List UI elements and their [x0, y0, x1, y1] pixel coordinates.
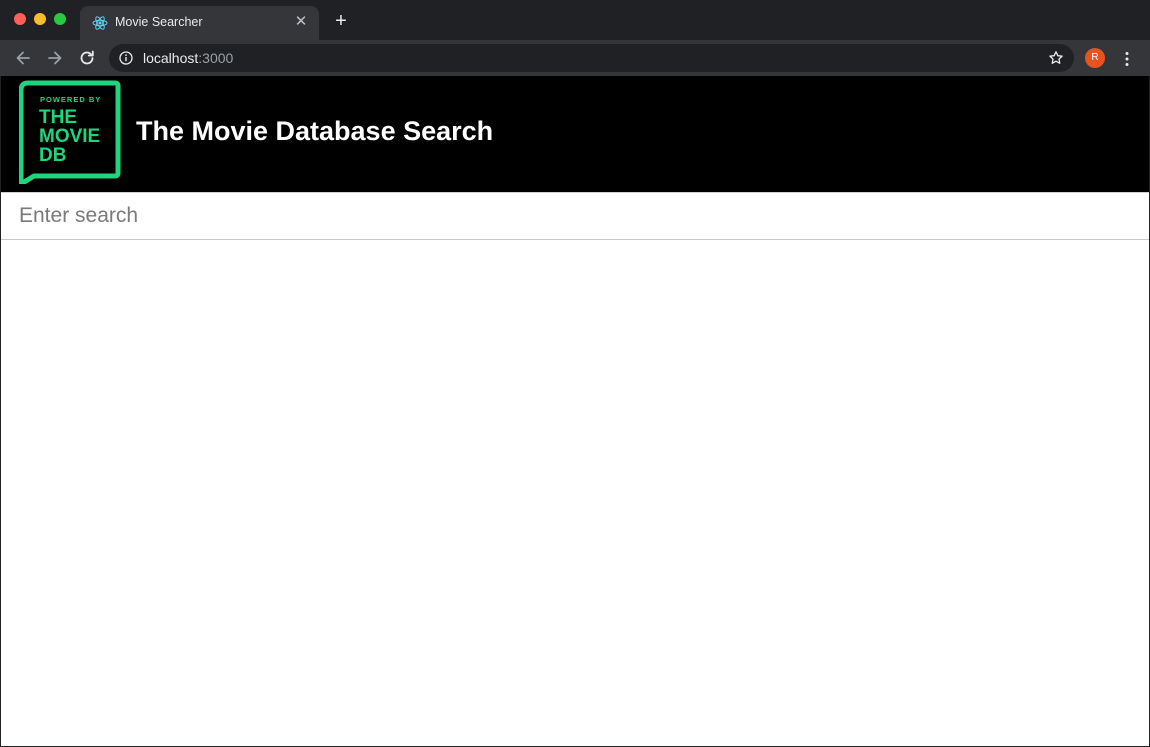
bookmark-star-icon[interactable] — [1048, 50, 1064, 66]
logo-db: DB — [39, 145, 66, 166]
url-port: :3000 — [198, 50, 234, 66]
tmdb-logo: POWERED BY THE MOVIE DB — [19, 80, 121, 184]
tab-title: Movie Searcher — [115, 15, 203, 29]
page-viewport: POWERED BY THE MOVIE DB The Movie Databa… — [0, 76, 1150, 747]
react-icon — [92, 16, 108, 30]
url-text: localhost:3000 — [143, 50, 233, 66]
tab-close-icon[interactable]: ✕ — [292, 13, 310, 31]
page-title: The Movie Database Search — [136, 116, 494, 146]
window-zoom-button[interactable] — [54, 13, 66, 25]
browser-titlebar: Movie Searcher ✕ + — [0, 0, 1150, 40]
logo-movie: MOVIE — [39, 126, 100, 147]
back-arrow-icon[interactable] — [13, 48, 33, 68]
search-input[interactable] — [1, 192, 1149, 240]
logo-the: THE — [39, 107, 77, 128]
reload-icon[interactable] — [77, 48, 97, 68]
window-minimize-button[interactable] — [34, 13, 46, 25]
new-tab-button[interactable]: + — [331, 11, 351, 31]
forward-arrow-icon[interactable] — [45, 48, 65, 68]
info-icon[interactable] — [119, 51, 133, 65]
url-host: localhost — [143, 50, 199, 66]
site-header: POWERED BY THE MOVIE DB The Movie Databa… — [1, 76, 1149, 192]
browser-toolbar: localhost:3000 — [0, 40, 1150, 76]
browser-tab[interactable]: Movie Searcher ✕ — [80, 6, 319, 40]
profile-avatar[interactable]: R — [1085, 48, 1105, 68]
more-menu-icon[interactable] — [1118, 50, 1136, 68]
window-close-button[interactable] — [14, 13, 26, 25]
address-bar[interactable]: localhost:3000 — [109, 44, 1074, 72]
logo-powered-by: POWERED BY — [40, 95, 101, 104]
